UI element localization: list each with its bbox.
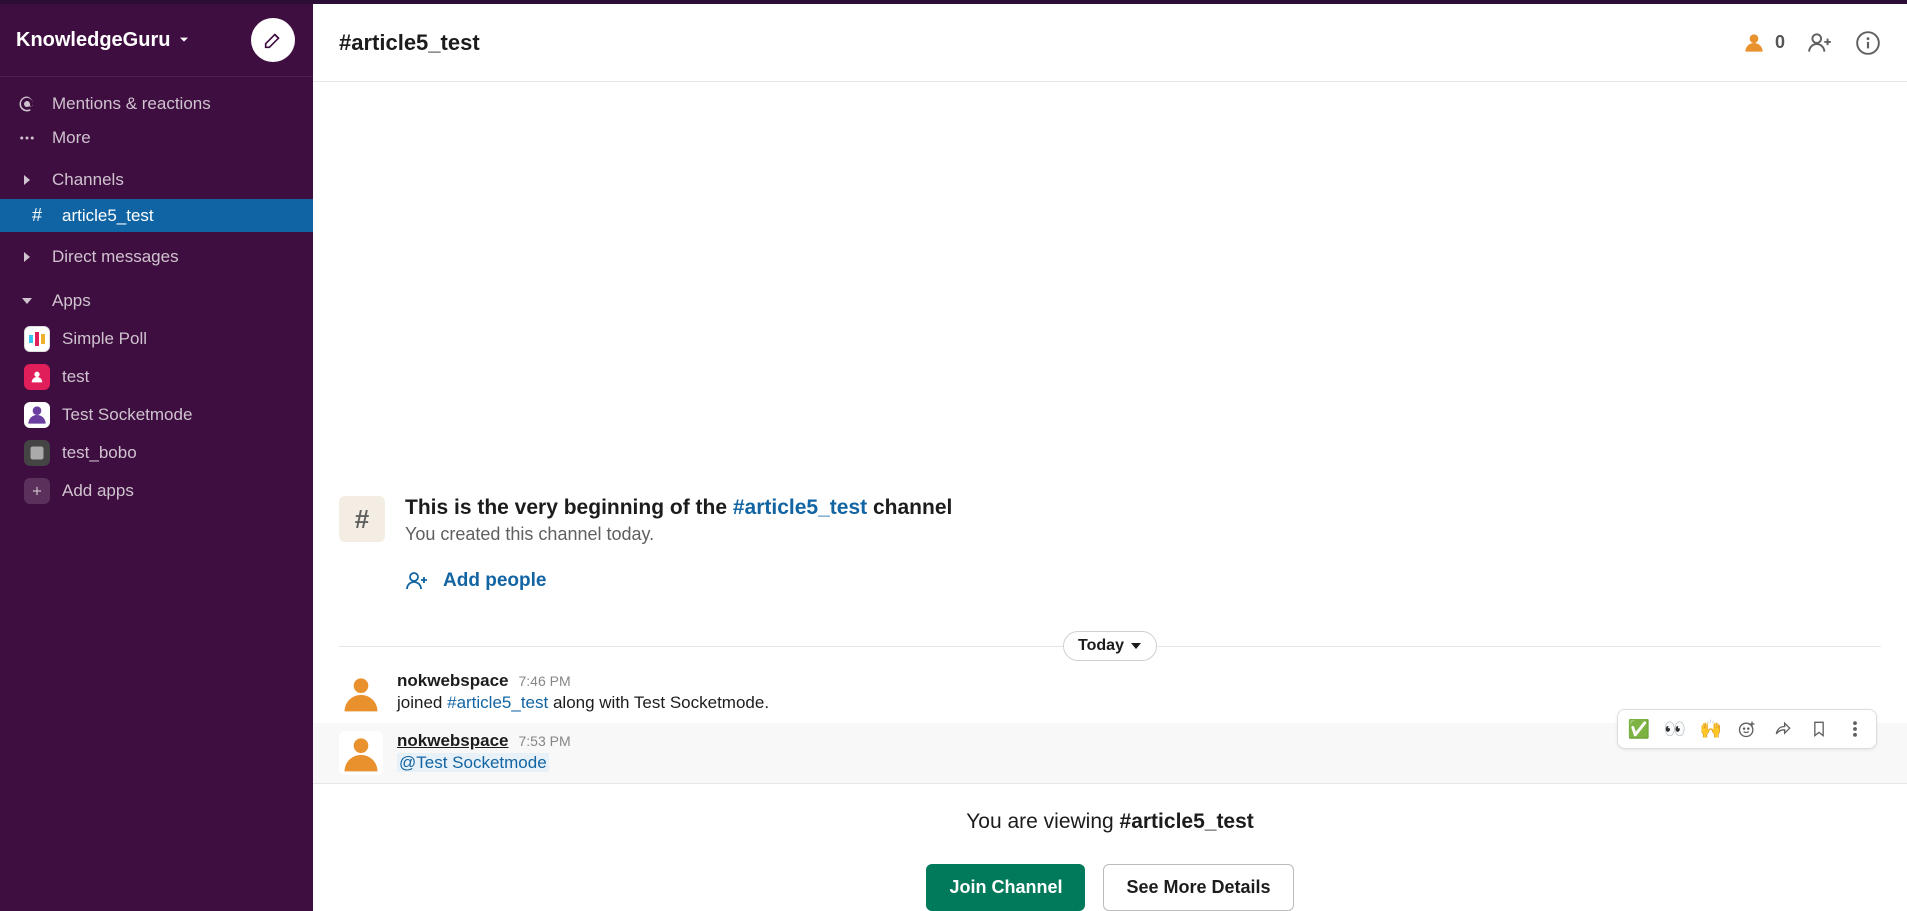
add-member-button[interactable]	[1807, 30, 1833, 56]
join-channel-panel: You are viewing #article5_test Join Chan…	[313, 783, 1907, 911]
react-raisedhands-button[interactable]: 🙌	[1696, 714, 1726, 744]
workspace-switcher[interactable]: KnowledgeGuru	[16, 29, 192, 52]
compose-icon	[262, 29, 284, 51]
add-reaction-button[interactable]	[1732, 714, 1762, 744]
welcome-channel-link[interactable]: #article5_test	[733, 496, 867, 519]
welcome-prefix: This is the very beginning of the	[405, 496, 733, 519]
app-item-label: test_bobo	[62, 443, 137, 463]
nav-more-label: More	[52, 128, 91, 148]
avatar[interactable]	[339, 671, 383, 715]
direct-header-label: Direct messages	[52, 247, 179, 267]
viewing-text: You are viewing #article5_test	[339, 810, 1881, 834]
date-divider-label: Today	[1078, 637, 1124, 655]
app-item-test-socketmode[interactable]: Test Socketmode	[0, 396, 313, 434]
message-hover-actions: ✅ 👀 🙌	[1617, 709, 1877, 749]
person-add-icon	[405, 569, 429, 593]
person-icon	[1741, 30, 1767, 56]
viewing-channel-name: #article5_test	[1120, 810, 1254, 833]
at-icon	[18, 95, 36, 113]
message-timestamp: 7:46 PM	[519, 673, 571, 689]
message-username[interactable]: nokwebspace	[397, 731, 509, 751]
emoji-add-icon	[1737, 719, 1757, 739]
channel-item-label: article5_test	[62, 206, 154, 226]
avatar[interactable]	[339, 731, 383, 775]
message-username[interactable]: nokwebspace	[397, 671, 509, 691]
simple-poll-icon	[24, 326, 50, 352]
date-divider-pill[interactable]: Today	[1063, 631, 1157, 661]
welcome-suffix: channel	[867, 496, 952, 519]
message: nokwebspace 7:53 PM @Test Socketmode ✅ 👀…	[313, 723, 1907, 783]
channel-mention[interactable]: #article5_test	[447, 693, 548, 712]
person-add-icon	[1807, 30, 1833, 56]
share-message-button[interactable]	[1768, 714, 1798, 744]
share-icon	[1773, 719, 1793, 739]
member-count-value: 0	[1775, 32, 1785, 53]
nav-mentions[interactable]: Mentions & reactions	[0, 87, 313, 121]
channel-info-button[interactable]	[1855, 30, 1881, 56]
app-item-test-bobo[interactable]: test_bobo	[0, 434, 313, 472]
user-mention[interactable]: @Test Socketmode	[397, 753, 549, 772]
add-people-label: Add people	[443, 570, 546, 592]
compose-button[interactable]	[251, 18, 295, 62]
more-actions-button[interactable]	[1840, 714, 1870, 744]
chevron-down-icon	[176, 32, 192, 48]
more-icon	[18, 129, 36, 147]
app-item-label: test	[62, 367, 89, 387]
bookmark-icon	[1809, 719, 1829, 739]
add-apps-button[interactable]: Add apps	[0, 472, 313, 510]
react-eyes-button[interactable]: 👀	[1660, 714, 1690, 744]
channel-header: #article5_test 0	[313, 4, 1907, 82]
add-people-button[interactable]: Add people	[313, 555, 1907, 623]
apps-header-label: Apps	[52, 291, 91, 311]
kebab-icon	[1845, 719, 1865, 739]
channel-welcome: # This is the very beginning of the #art…	[313, 496, 1907, 555]
message-timestamp: 7:53 PM	[519, 733, 571, 749]
caret-right-icon	[21, 251, 33, 263]
add-apps-label: Add apps	[62, 481, 134, 501]
app-item-simple-poll[interactable]: Simple Poll	[0, 320, 313, 358]
chevron-down-icon	[1130, 640, 1142, 652]
apps-section-header[interactable]: Apps	[0, 282, 313, 320]
channel-title[interactable]: #article5_test	[339, 30, 480, 56]
welcome-heading: This is the very beginning of the #artic…	[405, 496, 952, 520]
app-item-label: Simple Poll	[62, 329, 147, 349]
caret-right-icon	[21, 174, 33, 186]
app-item-label: Test Socketmode	[62, 405, 192, 425]
workspace-name: KnowledgeGuru	[16, 29, 170, 52]
nav-more[interactable]: More	[0, 121, 313, 155]
join-channel-button[interactable]: Join Channel	[926, 864, 1085, 911]
react-check-button[interactable]: ✅	[1624, 714, 1654, 744]
main-area: #article5_test 0 # This	[313, 4, 1907, 911]
info-icon	[1855, 30, 1881, 56]
channel-hash-tile: #	[339, 496, 385, 542]
member-count[interactable]: 0	[1741, 30, 1785, 56]
app-item-test[interactable]: test	[0, 358, 313, 396]
nav-mentions-label: Mentions & reactions	[52, 94, 211, 114]
plus-icon	[24, 478, 50, 504]
direct-messages-section-header[interactable]: Direct messages	[0, 238, 313, 276]
bookmark-message-button[interactable]	[1804, 714, 1834, 744]
hash-icon: #	[26, 205, 48, 226]
test-app-icon	[24, 364, 50, 390]
channels-header-label: Channels	[52, 170, 124, 190]
sidebar: KnowledgeGuru Mentions & reactions More …	[0, 4, 313, 911]
bobo-app-icon	[24, 440, 50, 466]
see-more-details-button[interactable]: See More Details	[1103, 864, 1293, 911]
message-text: @Test Socketmode	[397, 753, 1881, 773]
caret-down-icon	[21, 295, 33, 307]
welcome-subline: You created this channel today.	[405, 524, 952, 545]
channel-item-article5_test[interactable]: # article5_test	[0, 199, 313, 232]
socketmode-app-icon	[24, 402, 50, 428]
channels-section-header[interactable]: Channels	[0, 161, 313, 199]
